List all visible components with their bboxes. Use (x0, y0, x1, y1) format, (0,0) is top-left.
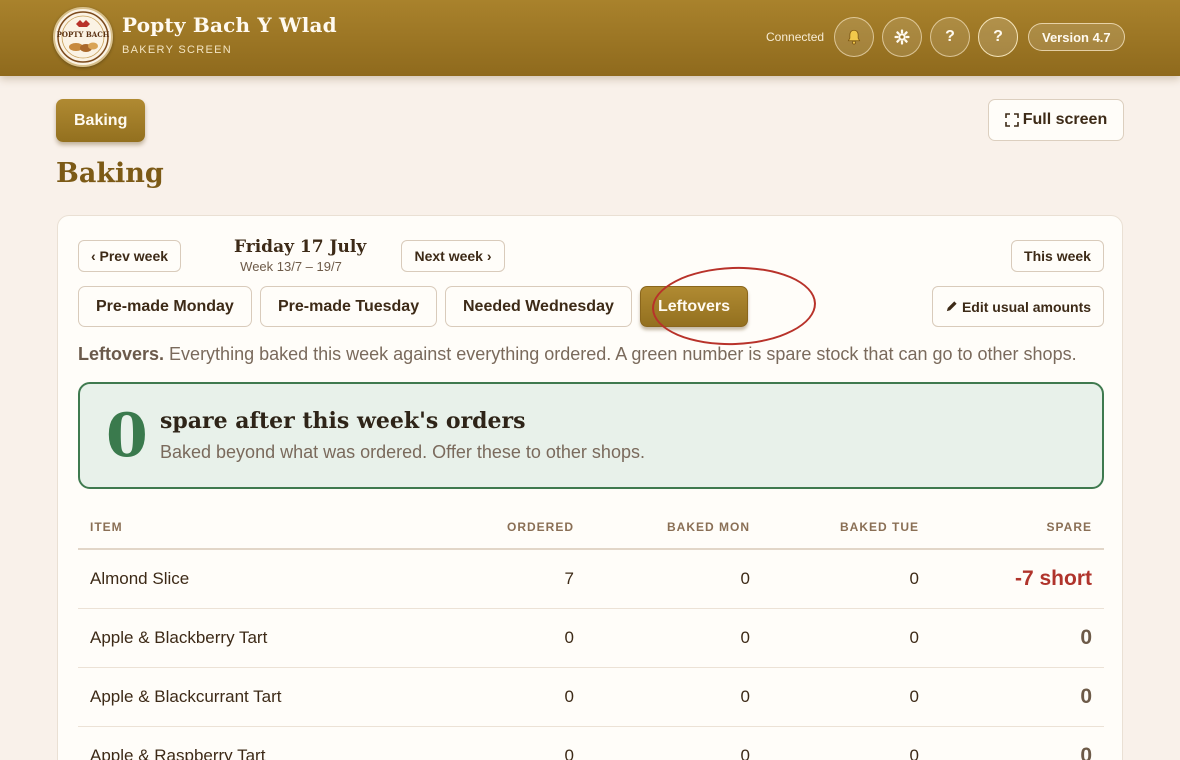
help-icon: ? (945, 28, 955, 45)
version-badge: Version 4.7 (1028, 23, 1125, 51)
summary-subtitle: Baked beyond what was ordered. Offer the… (160, 442, 645, 462)
leftovers-card: ‹ Prev week Friday 17 July Week 13/7 – 1… (57, 215, 1123, 760)
view-description: Leftovers. Everything baked this week ag… (78, 344, 1077, 365)
description-lead: Leftovers. (78, 344, 165, 364)
ordered-value: 0 (564, 628, 574, 647)
this-week-button[interactable]: This week (1011, 240, 1104, 272)
help-icon: ? (993, 28, 1003, 45)
bakery-logo: POPTY BACH (53, 7, 113, 67)
tab-baking[interactable]: Baking (56, 99, 146, 142)
table-row: Almond Slice 7 0 0 -7 short (78, 550, 1104, 609)
spare-value: -7 short (1014, 567, 1092, 590)
baked-tue-value: 0 (909, 687, 919, 706)
fullscreen-label: Full screen (1022, 111, 1108, 128)
bell-icon (847, 29, 861, 45)
help-button[interactable]: ? (930, 17, 970, 57)
fullscreen-button[interactable]: Full screen (988, 99, 1124, 141)
brand-subtitle: BAKERY SCREEN (122, 44, 233, 56)
page-title: Baking (56, 158, 164, 189)
edit-usual-amounts-label: Edit usual amounts (961, 298, 1092, 315)
ordered-value: 7 (564, 569, 574, 588)
baked-mon-value: 0 (740, 569, 750, 588)
baked-mon-value: 0 (740, 687, 750, 706)
connection-status: Connected (766, 30, 825, 44)
baked-tue-value: 0 (909, 569, 919, 588)
item-name: Apple & Blackcurrant Tart (90, 687, 282, 706)
column-header-baked-mon: BAKED MON (667, 520, 750, 534)
pencil-icon (946, 301, 957, 312)
brand-title: Popty Bach Y Wlad (122, 13, 337, 37)
spare-value: 0 (1080, 685, 1092, 708)
week-range: Week 13/7 – 19/7 (240, 259, 342, 274)
spare-count: 0 (106, 401, 148, 471)
baked-mon-value: 0 (740, 746, 750, 760)
edit-usual-amounts-button[interactable]: Edit usual amounts (932, 286, 1104, 327)
ordered-value: 0 (564, 687, 574, 706)
item-name: Apple & Raspberry Tart (90, 746, 266, 760)
prev-week-button[interactable]: ‹ Prev week (78, 240, 181, 272)
notifications-button[interactable] (834, 17, 874, 57)
view-premade-monday[interactable]: Pre-made Monday (78, 286, 252, 327)
expand-icon (1004, 113, 1019, 127)
spare-value: 0 (1080, 626, 1092, 649)
table-row: Apple & Blackberry Tart 0 0 0 0 (78, 609, 1104, 668)
spare-value: 0 (1080, 744, 1092, 760)
view-premade-tuesday[interactable]: Pre-made Tuesday (260, 286, 438, 327)
column-header-item: ITEM (90, 520, 123, 534)
current-date: Friday 17 July (234, 237, 367, 257)
settings-button[interactable] (882, 17, 922, 57)
column-header-ordered: ORDERED (506, 520, 574, 534)
spare-summary: 0 spare after this week's orders Baked b… (78, 382, 1104, 489)
table-row: Apple & Raspberry Tart 0 0 0 0 (78, 727, 1104, 760)
ordered-value: 0 (564, 746, 574, 760)
baked-tue-value: 0 (909, 746, 919, 760)
item-name: Apple & Blackberry Tart (90, 628, 268, 647)
summary-title: spare after this week's orders (160, 408, 526, 434)
table-row: Apple & Blackcurrant Tart 0 0 0 0 (78, 668, 1104, 727)
gear-icon (894, 29, 910, 45)
baked-tue-value: 0 (909, 628, 919, 647)
description-text: Everything baked this week against every… (169, 344, 1077, 364)
app-header: POPTY BACH Popty Bach Y Wlad BAKERY SCRE… (0, 0, 1180, 76)
next-week-button[interactable]: Next week › (401, 240, 505, 272)
column-header-spare: SPARE (1046, 520, 1092, 534)
column-header-baked-tue: BAKED TUE (839, 520, 919, 534)
svg-text:POPTY BACH: POPTY BACH (57, 30, 110, 39)
view-needed-wednesday[interactable]: Needed Wednesday (445, 286, 632, 327)
help-guide-button[interactable]: ? (978, 17, 1018, 57)
logo-seal-icon: POPTY BACH (57, 11, 110, 63)
view-leftovers[interactable]: Leftovers (640, 286, 749, 327)
item-name: Almond Slice (90, 569, 190, 588)
baked-mon-value: 0 (740, 628, 750, 647)
